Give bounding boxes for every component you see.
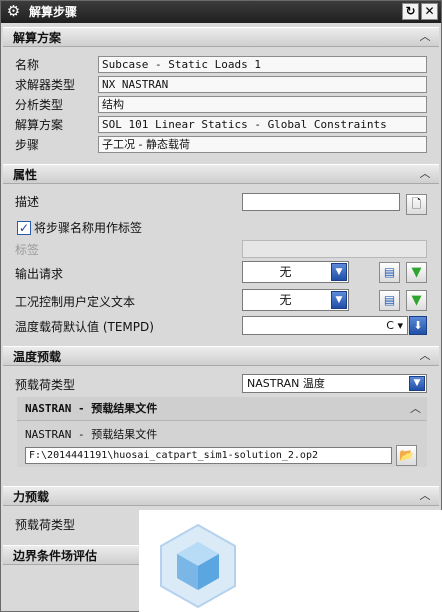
preload-file-label: NASTRAN - 预载结果文件 <box>25 428 158 441</box>
analysis-type-value: 结构 <box>98 96 427 113</box>
browse-file-button[interactable]: 📂 <box>396 445 417 466</box>
chevron-up-icon[interactable]: ︿ <box>417 488 433 504</box>
step-value: 子工况 - 静态载荷 <box>98 136 427 153</box>
output-request-select[interactable]: 无 ▼ <box>242 261 349 283</box>
analysis-type-label: 分析类型 <box>15 98 64 112</box>
section-header-force-preload[interactable]: 力预载 ︿ <box>3 486 439 506</box>
name-value: Subcase - Static Loads 1 <box>98 56 427 73</box>
cube-logo-icon <box>160 523 236 609</box>
section-title: 解算方案 <box>13 31 62 45</box>
chevron-down-icon[interactable]: ▼ <box>331 291 347 309</box>
tempd-label: 温度载荷默认值 (TEMPD) <box>15 320 154 334</box>
force-preload-type-label: 预载荷类型 <box>15 518 76 532</box>
section-title: 属性 <box>13 168 38 182</box>
temp-preload-type-select[interactable]: NASTRAN 温度 ▼ <box>242 374 427 393</box>
group-title: NASTRAN - 预载结果文件 <box>25 402 158 415</box>
preload-result-file-group-header[interactable]: NASTRAN - 预载结果文件 ︿ <box>17 397 427 421</box>
output-request-create-button[interactable]: ▼ <box>406 262 427 283</box>
temp-preload-type-label: 预载荷类型 <box>15 378 76 392</box>
section-title: 边界条件场评估 <box>13 549 98 563</box>
case-control-label: 工况控制用户定义文本 <box>15 295 136 309</box>
output-request-label: 输出请求 <box>15 267 64 281</box>
output-request-value: 无 <box>279 265 292 279</box>
folder-open-icon: 📂 <box>399 448 414 462</box>
case-control-create-button[interactable]: ▼ <box>406 290 427 311</box>
tempd-unit: C <box>386 319 394 332</box>
chevron-up-icon[interactable]: ︿ <box>410 400 421 416</box>
preload-result-file-group: NASTRAN - 预载结果文件 F:\2014441191\huosai_ca… <box>17 421 427 467</box>
section-header-solution[interactable]: 解算方案 ︿ <box>3 27 439 47</box>
section-title: 力预载 <box>13 490 50 504</box>
temp-preload-type-value: NASTRAN 温度 <box>247 377 325 390</box>
section-header-temperature-preload[interactable]: 温度预载 ︿ <box>3 346 439 366</box>
green-arrow-down-icon: ▼ <box>411 265 422 280</box>
tag-label: 标签 <box>15 243 40 257</box>
case-control-manager-button[interactable]: ▤ <box>379 290 400 311</box>
preload-file-path-input[interactable]: F:\2014441191\huosai_catpart_sim1-soluti… <box>25 447 392 464</box>
watermark-overlay <box>139 510 442 612</box>
window-title: 解算步骤 <box>29 5 78 19</box>
tempd-options-button[interactable]: ⬇ <box>409 316 427 335</box>
name-label: 名称 <box>15 58 40 72</box>
description-label: 描述 <box>15 195 40 209</box>
solution-step-dialog: ⚙ 解算步骤 ↻ ✕ 解算方案 ︿ 名称 Subcase - Static Lo… <box>0 0 442 612</box>
close-button[interactable]: ✕ <box>421 3 438 20</box>
chevron-down-icon[interactable]: ▼ <box>409 376 425 391</box>
solution-label: 解算方案 <box>15 118 64 132</box>
chevron-up-icon[interactable]: ︿ <box>417 166 433 182</box>
case-control-select[interactable]: 无 ▼ <box>242 289 349 311</box>
chevron-up-icon[interactable]: ︿ <box>417 348 433 364</box>
manager-icon: ▤ <box>383 293 396 307</box>
description-input[interactable] <box>242 193 400 211</box>
manager-icon: ▤ <box>383 265 396 279</box>
use-step-name-checkbox[interactable]: ✓ <box>17 221 31 235</box>
reset-button[interactable]: ↻ <box>402 3 419 20</box>
section-title: 温度预载 <box>13 350 62 364</box>
solver-type-value: NX NASTRAN <box>98 76 427 93</box>
use-step-name-label: 将步骤名称用作标签 <box>34 221 143 235</box>
case-control-value: 无 <box>279 293 292 307</box>
tempd-unit-select[interactable]: C ▾ <box>386 318 403 333</box>
output-request-manager-button[interactable]: ▤ <box>379 262 400 283</box>
solution-value: SOL 101 Linear Statics - Global Constrai… <box>98 116 427 133</box>
document-icon: 🗋 <box>411 197 422 211</box>
title-bar: ⚙ 解算步骤 ↻ ✕ <box>1 1 441 23</box>
chevron-up-icon[interactable]: ︿ <box>417 29 433 45</box>
section-header-properties[interactable]: 属性 ︿ <box>3 164 439 184</box>
arrow-down-icon: ⬇ <box>413 319 423 332</box>
gear-icon[interactable]: ⚙ <box>5 3 22 20</box>
chevron-down-icon[interactable]: ▼ <box>331 263 347 281</box>
step-label: 步骤 <box>15 138 40 152</box>
tag-input <box>242 240 427 258</box>
green-arrow-down-icon: ▼ <box>411 293 422 308</box>
text-editor-button[interactable]: 🗋 <box>406 194 427 215</box>
solver-type-label: 求解器类型 <box>15 78 76 92</box>
tempd-input[interactable]: C ▾ <box>242 316 408 335</box>
